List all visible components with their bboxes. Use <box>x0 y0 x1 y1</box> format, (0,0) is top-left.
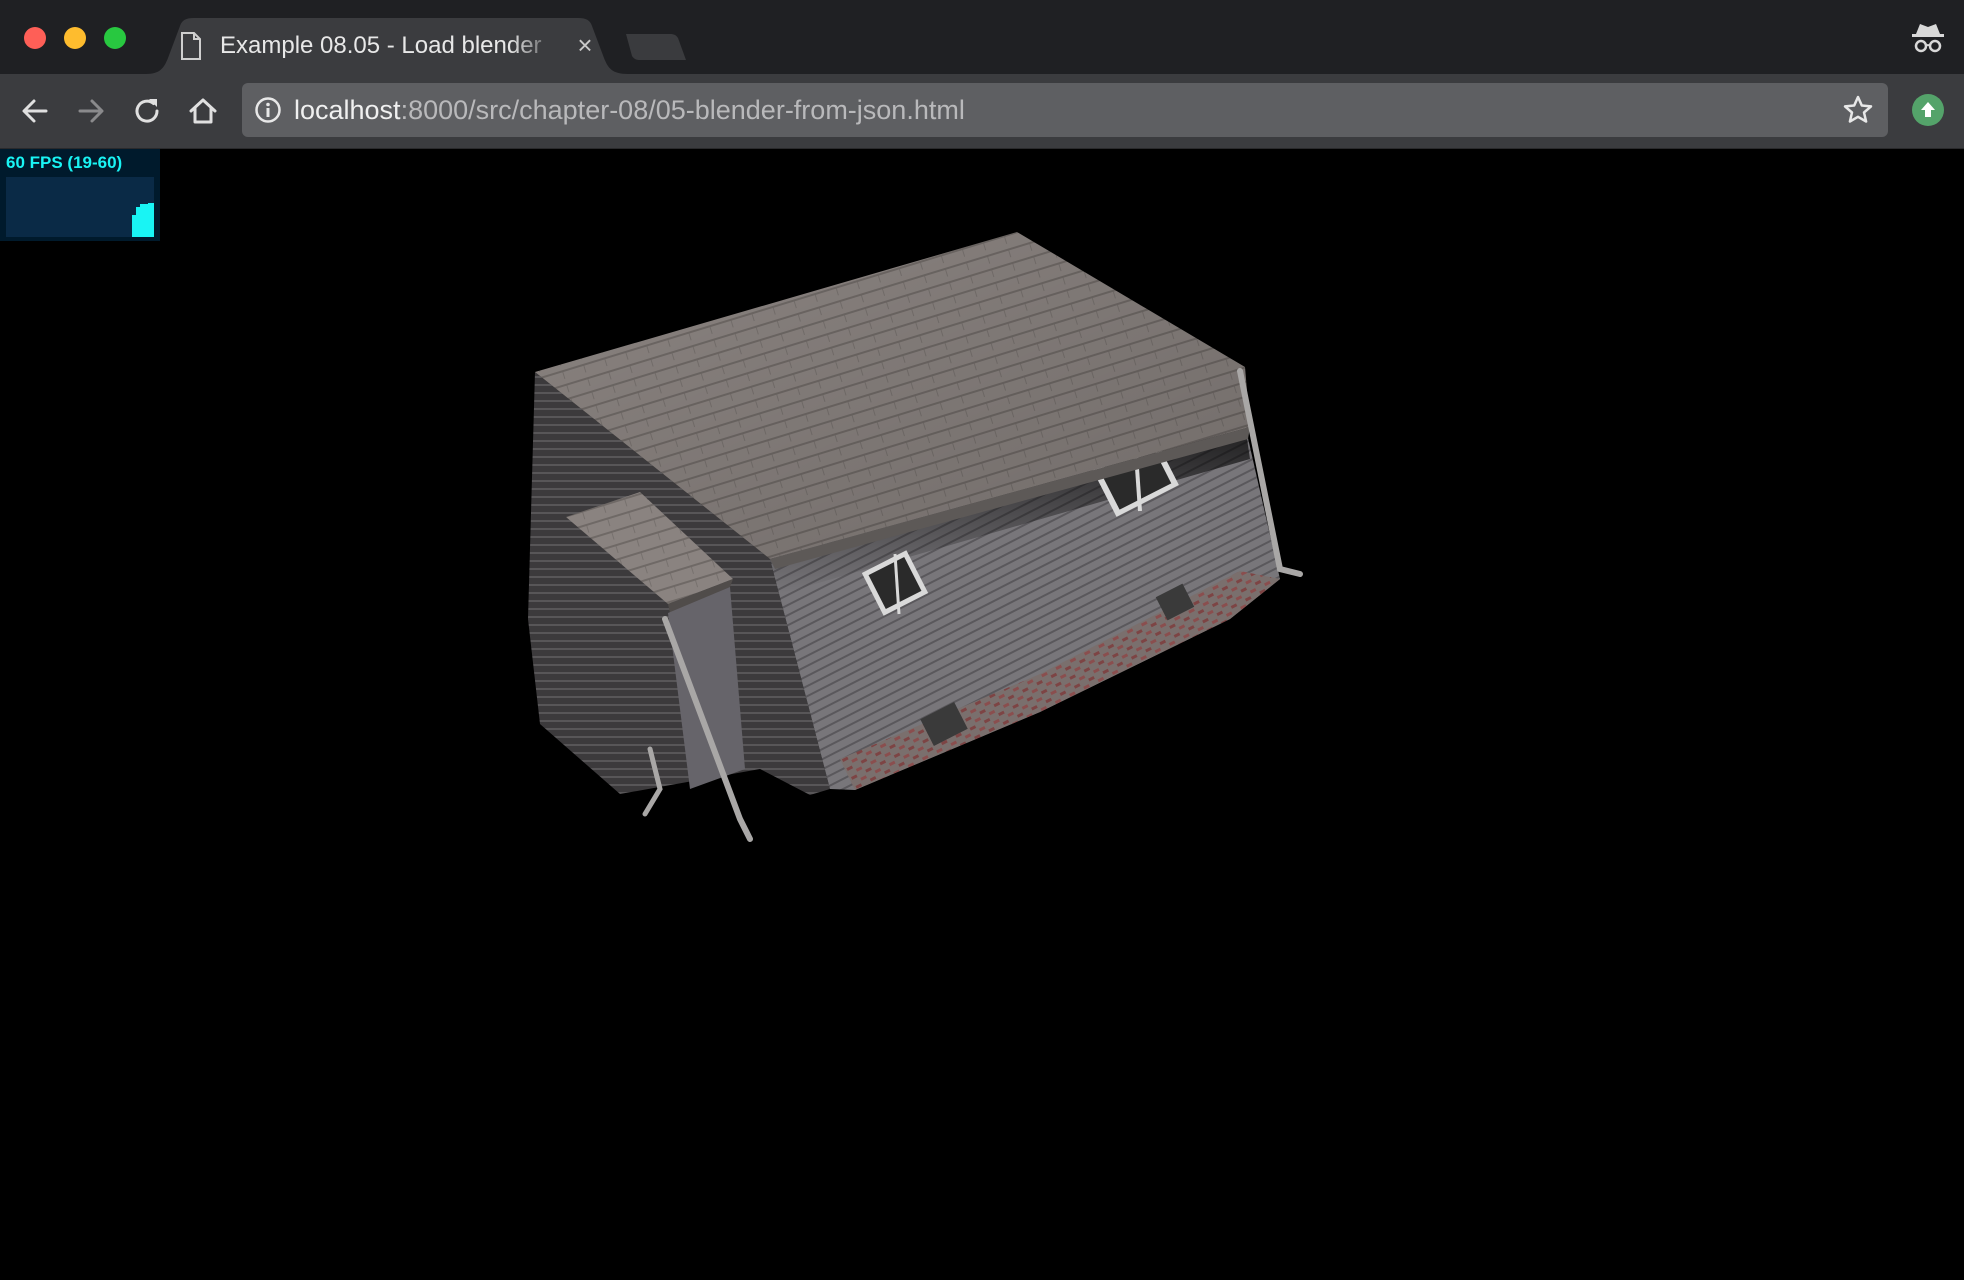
fps-graph-bar <box>152 203 154 237</box>
fps-graph <box>6 177 154 237</box>
new-tab-button[interactable] <box>622 32 688 67</box>
title-bar: Example 08.05 - Load blender × <box>0 0 1964 74</box>
info-icon[interactable] <box>254 96 282 129</box>
address-bar[interactable]: localhost:8000/src/chapter-08/05-blender… <box>242 83 1888 137</box>
fps-label: 60 FPS (19-60) <box>6 153 123 172</box>
webgl-viewport[interactable]: 60 FPS (19-60) <box>0 149 1964 1280</box>
url-path: :8000/src/chapter-08/05-blender-from-jso… <box>400 95 965 125</box>
back-arrow-icon[interactable] <box>16 92 54 130</box>
house-model-render <box>528 232 1303 842</box>
extension-icon[interactable] <box>1912 94 1944 126</box>
browser-toolbar: localhost:8000/src/chapter-08/05-blender… <box>0 74 1964 149</box>
maximize-window-button[interactable] <box>104 27 126 49</box>
url-text[interactable]: localhost:8000/src/chapter-08/05-blender… <box>294 92 965 128</box>
fps-stats-panel[interactable]: 60 FPS (19-60) <box>0 149 160 241</box>
incognito-icon <box>1908 18 1948 63</box>
reload-icon[interactable] <box>128 92 166 130</box>
home-icon[interactable] <box>184 92 222 130</box>
star-icon[interactable] <box>1842 94 1874 131</box>
url-host: localhost <box>294 95 401 125</box>
tab-title: Example 08.05 - Load blender <box>220 32 542 59</box>
minimize-window-button[interactable] <box>64 27 86 49</box>
tab-close-icon[interactable]: × <box>572 32 598 58</box>
close-window-button[interactable] <box>24 27 46 49</box>
forward-arrow-icon[interactable] <box>72 92 110 130</box>
tab-active[interactable]: Example 08.05 - Load blender × <box>146 18 628 74</box>
